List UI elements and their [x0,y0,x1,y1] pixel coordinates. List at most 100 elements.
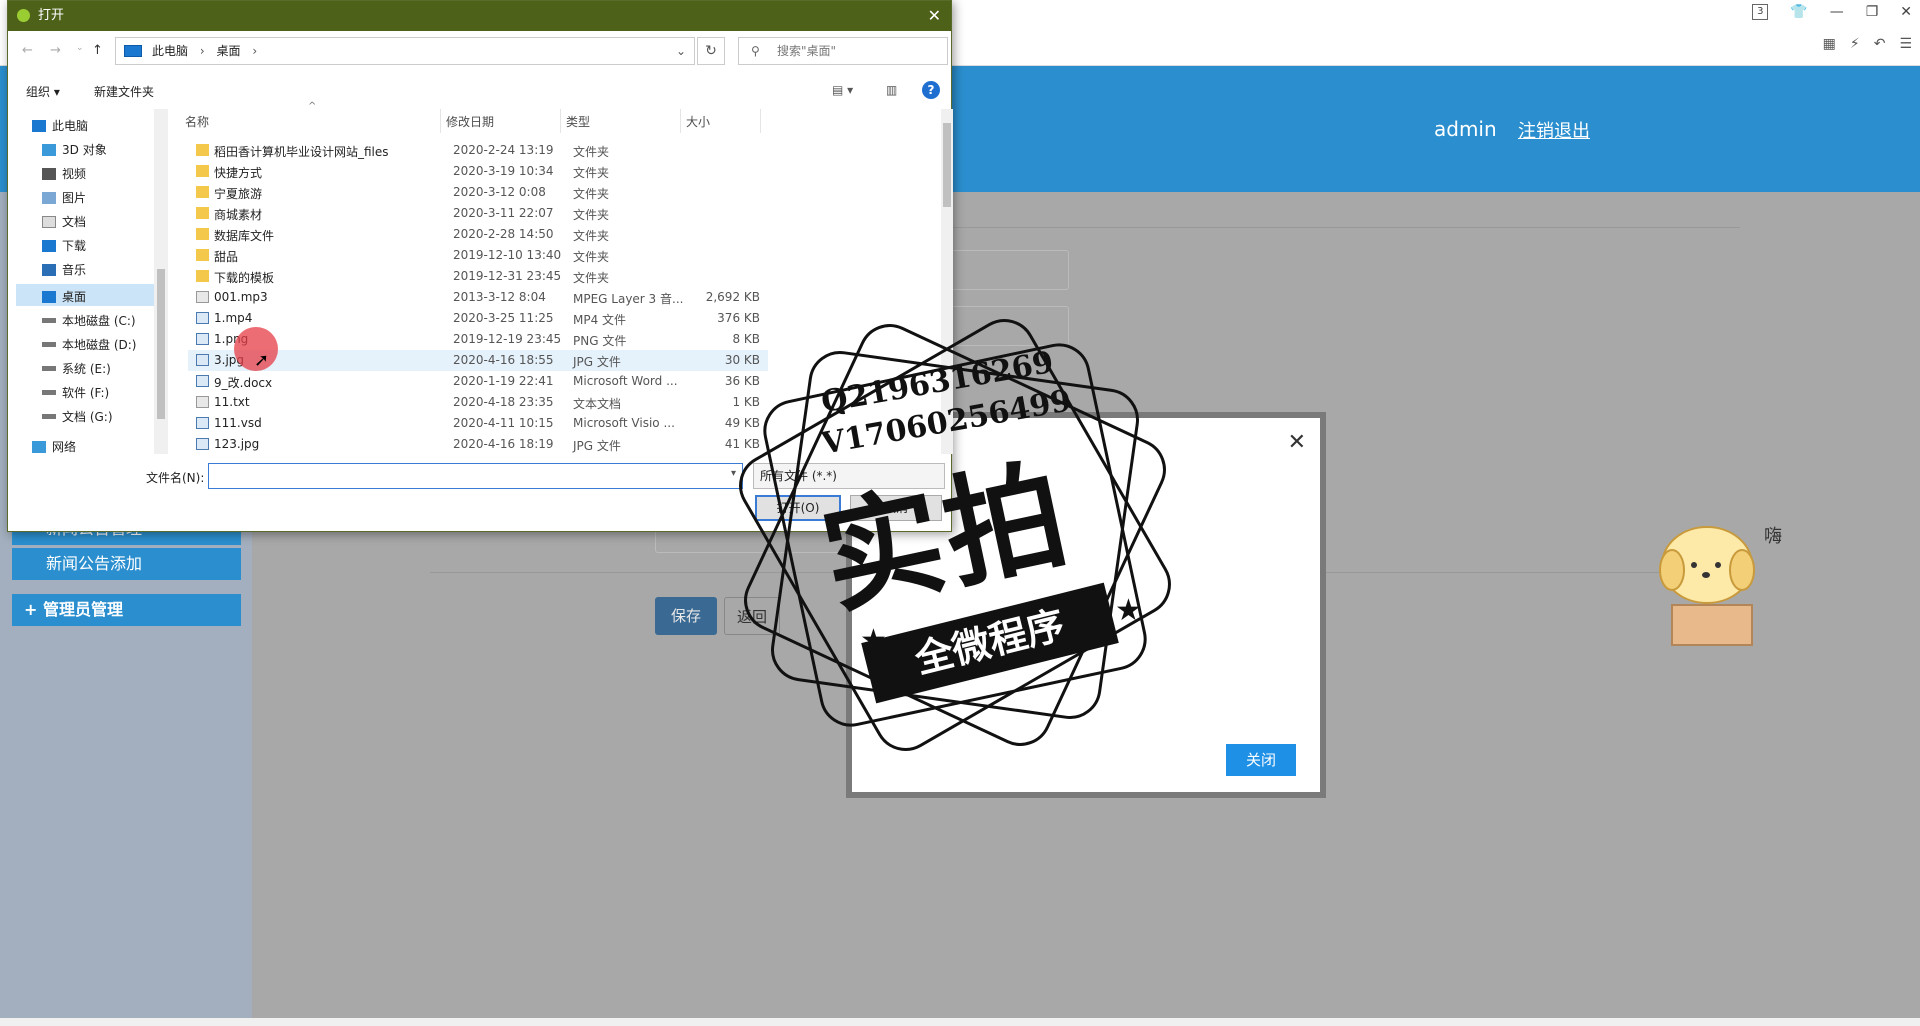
window-controls: 3 👕 — ❐ ✕ [1752,4,1912,20]
shirt-icon[interactable]: 👕 [1790,4,1807,20]
column-header-date[interactable]: 修改日期 [446,113,494,130]
app-logo-icon [17,9,30,22]
file-row[interactable]: 9_改.docx 2020-1-19 22:41 Microsoft Word ..… [188,371,768,392]
file-row[interactable]: 11.txt 2020-4-18 23:35 文本文档 1 KB [188,392,768,413]
drive-icon [42,414,56,419]
file-name: 宁夏旅游 [214,187,263,201]
help-icon[interactable]: ? [922,81,940,99]
file-type: 文件夹 [573,145,610,159]
file-name: 数据库文件 [214,229,275,243]
file-date: 2020-3-19 10:34 [453,164,554,178]
chevron-down-icon[interactable]: ⌄ [676,38,686,64]
tree-item-drive-g[interactable]: 文档 (G:) [42,408,113,425]
path-desktop[interactable]: 桌面 [216,44,240,58]
tree-item-documents[interactable]: 文档 [42,213,86,230]
close-icon[interactable]: ✕ [928,6,941,25]
music-icon [42,263,56,276]
file-date: 2020-3-11 22:07 [453,206,554,220]
file-row[interactable]: 1.mp4 2020-3-25 11:25 MP4 文件 376 KB [188,308,768,329]
file-row[interactable]: 甜品 2019-12-10 13:40 文件夹 [188,245,768,266]
file-row[interactable]: 快捷方式 2020-3-19 10:34 文件夹 [188,161,768,182]
tree-item-this-pc[interactable]: 此电脑 [32,117,88,134]
file-size: 49 KB [724,416,760,430]
file-size: 1 KB [732,395,760,409]
tree-item-drive-f[interactable]: 软件 (F:) [42,384,109,401]
folder-icon [196,270,209,282]
network-icon [32,440,46,453]
file-row[interactable]: 111.vsd 2020-4-11 10:15 Microsoft Visio ..… [188,413,768,434]
refresh-button[interactable]: ↻ [697,37,725,65]
tree-item-desktop[interactable]: 桌面 [42,288,86,305]
column-header-name[interactable]: 名称 [185,113,209,130]
forward-arrow-icon[interactable]: → [50,43,61,58]
file-row[interactable]: 001.mp3 2013-3-12 8:04 MPEG Layer 3 音... 2,… [188,287,768,308]
mascot-sticker: 嗨 [1652,510,1782,660]
file-type: 文件夹 [573,229,610,243]
browser-tools: ▦ ⚡ ↶ ☰ [1823,36,1912,52]
tree-item-drive-c[interactable]: 本地磁盘 (C:) [42,312,136,329]
undo-icon[interactable]: ↶ [1874,36,1886,52]
organize-menu[interactable]: 组织 ▾ [26,83,60,100]
tree-scrollbar[interactable] [154,109,168,454]
restore-icon[interactable]: ❐ [1866,4,1879,20]
chevron-down-icon[interactable]: ⌄ [76,43,84,53]
column-header-size[interactable]: 大小 [686,113,710,130]
sidebar-section-admin[interactable]: + 管理员管理 [12,594,241,626]
column-header-type[interactable]: 类型 [566,113,590,130]
lightning-icon[interactable]: ⚡ [1850,36,1860,52]
folder-icon [196,186,209,198]
logout-link[interactable]: 注销退出 [1518,117,1590,143]
new-folder-button[interactable]: 新建文件夹 [94,83,154,100]
tree-item-video[interactable]: 视频 [42,165,86,182]
file-date: 2019-12-10 13:40 [453,248,562,262]
filename-input[interactable]: ▾ [208,463,743,489]
file-name: 商城素材 [214,208,263,222]
path-root[interactable]: 此电脑 [152,44,188,58]
grid-icon[interactable]: ▦ [1823,36,1836,52]
folder-icon [196,249,209,261]
file-row[interactable]: 数据库文件 2020-2-28 14:50 文件夹 [188,224,768,245]
tree-item-network[interactable]: 网络 [32,438,76,455]
file-row[interactable]: 宁夏旅游 2020-3-12 0:08 文件夹 [188,182,768,203]
drive-icon [42,390,56,395]
minimize-icon[interactable]: — [1830,4,1844,20]
save-button[interactable]: 保存 [655,597,717,635]
tree-item-drive-d[interactable]: 本地磁盘 (D:) [42,336,136,353]
file-date: 2020-2-28 14:50 [453,227,554,241]
computer-icon [124,45,142,57]
close-icon[interactable]: ✕ [1900,4,1912,20]
search-input[interactable]: ⚲ 搜索"桌面" [738,37,948,65]
back-arrow-icon[interactable]: ← [22,43,33,58]
tree-item-drive-e[interactable]: 系统 (E:) [42,360,111,377]
view-options-icon[interactable]: ▤ ▾ [832,83,853,97]
file-date: 2020-3-12 0:08 [453,185,546,199]
file-type: 文件夹 [573,250,610,264]
tree-item-downloads[interactable]: 下载 [42,237,86,254]
tree-item-music[interactable]: 音乐 [42,261,86,278]
file-date: 2019-12-31 23:45 [453,269,562,283]
tree-item-pictures[interactable]: 图片 [42,189,86,206]
sidebar-item-news-add[interactable]: 新闻公告添加 [12,548,241,580]
file-type: 文件夹 [573,208,610,222]
file-size: 376 KB [717,311,760,325]
svg-text:★: ★ [1115,593,1142,628]
address-bar[interactable]: 此电脑 › 桌面 › ⌄ [115,37,695,65]
column-separator [760,109,761,133]
menu-icon[interactable]: ☰ [1899,36,1912,52]
tab-count-badge[interactable]: 3 [1752,4,1769,20]
status-bar [0,1018,1920,1026]
search-icon: ⚲ [751,44,760,58]
navigation-tree [8,109,160,454]
file-row[interactable]: 稻田香计算机毕业设计网站_files 2020-2-24 13:19 文件夹 [188,140,768,161]
dialog-titlebar[interactable]: 打开 [8,1,951,31]
file-row[interactable]: 下载的模板 2019-12-31 23:45 文件夹 [188,266,768,287]
file-row[interactable]: 商城素材 2020-3-11 22:07 文件夹 [188,203,768,224]
preview-pane-icon[interactable]: ▥ [886,83,897,97]
close-icon[interactable]: ✕ [1288,430,1306,455]
folder-icon [196,144,209,156]
tree-item-3d[interactable]: 3D 对象 [42,141,107,158]
modal-close-button[interactable]: 关闭 [1226,744,1296,776]
folder-icon [196,228,209,240]
up-arrow-icon[interactable]: ↑ [92,43,103,58]
file-row[interactable]: 123.jpg 2020-4-16 18:19 JPG 文件 41 KB [188,434,768,455]
